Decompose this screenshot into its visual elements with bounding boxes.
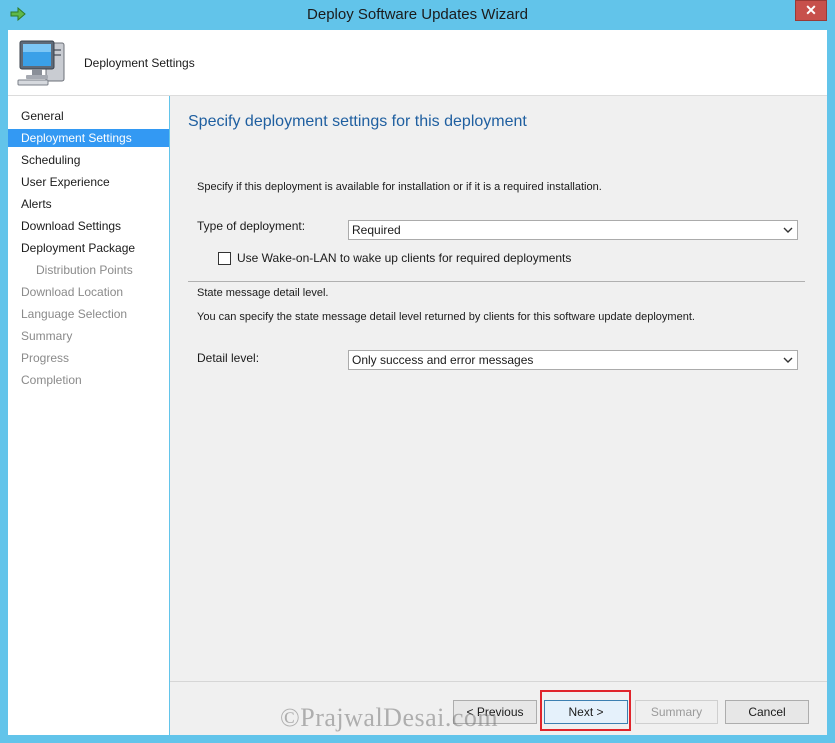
cancel-button[interactable]: Cancel — [725, 700, 809, 724]
computer-icon — [17, 40, 65, 86]
state-message-description: You can specify the state message detail… — [197, 311, 695, 323]
wake-on-lan-label[interactable]: Use Wake-on-LAN to wake up clients for r… — [237, 251, 571, 265]
nav-item-summary: Summary — [21, 329, 73, 343]
nav-item-alerts[interactable]: Alerts — [8, 195, 169, 213]
title-bar[interactable]: Deploy Software Updates Wizard ✕ — [0, 0, 835, 30]
detail-level-value: Only success and error messages — [352, 353, 534, 367]
close-button[interactable]: ✕ — [795, 0, 827, 21]
type-of-deployment-select[interactable]: Required — [348, 220, 798, 240]
close-icon: ✕ — [805, 2, 817, 18]
section-separator — [188, 281, 805, 282]
chevron-down-icon — [783, 227, 793, 233]
nav-item-completion: Completion — [21, 373, 82, 387]
nav-item-download-location: Download Location — [21, 285, 124, 299]
state-message-heading: State message detail level. — [197, 287, 329, 299]
wizard-steps-sidebar: General Deployment Settings Scheduling U… — [8, 96, 169, 735]
nav-item-deployment-settings[interactable]: Deployment Settings — [8, 129, 169, 147]
nav-item-general[interactable]: General — [8, 107, 169, 125]
detail-level-label: Detail level: — [197, 351, 260, 365]
type-of-deployment-label: Type of deployment: — [197, 219, 306, 233]
page-heading: Specify deployment settings for this dep… — [188, 113, 527, 130]
nav-item-progress: Progress — [21, 351, 70, 365]
nav-item-scheduling[interactable]: Scheduling — [8, 151, 169, 169]
wizard-header: Deployment Settings — [8, 30, 827, 96]
summary-button: Summary — [635, 700, 718, 724]
deployment-type-description: Specify if this deployment is available … — [197, 181, 602, 193]
chevron-down-icon — [783, 357, 793, 363]
wake-on-lan-checkbox[interactable] — [218, 252, 231, 265]
nav-item-deployment-package[interactable]: Deployment Package — [8, 239, 169, 257]
nav-item-download-settings[interactable]: Download Settings — [8, 217, 169, 235]
nav-item-language-selection: Language Selection — [21, 307, 128, 321]
detail-level-select[interactable]: Only success and error messages — [348, 350, 798, 370]
wizard-footer: < Previous Next > Summary Cancel — [170, 681, 827, 735]
wizard-content: Specify deployment settings for this dep… — [170, 96, 827, 681]
next-button-highlight — [540, 690, 631, 731]
window-title: Deploy Software Updates Wizard — [307, 6, 528, 23]
wizard-window: Deploy Software Updates Wizard ✕ Deploym… — [0, 0, 835, 743]
nav-item-distribution-points: Distribution Points — [36, 263, 133, 277]
header-title: Deployment Settings — [84, 56, 195, 70]
type-of-deployment-value: Required — [352, 223, 401, 237]
nav-item-user-experience[interactable]: User Experience — [8, 173, 169, 191]
watermark: ©PrajwalDesai.com — [280, 703, 499, 732]
